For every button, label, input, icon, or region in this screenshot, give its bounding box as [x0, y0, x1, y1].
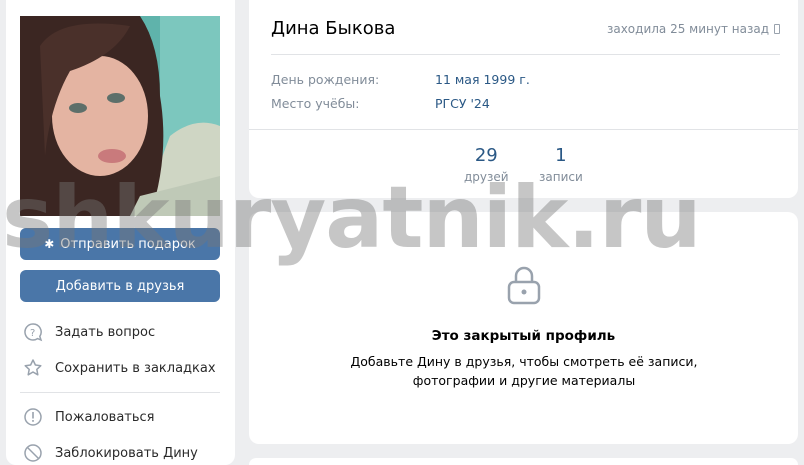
friends-count-label: друзей	[464, 170, 509, 184]
posts-count: 1	[555, 145, 567, 166]
friends-counter[interactable]: 29 друзей	[464, 145, 509, 184]
gift-icon: ✱	[44, 237, 55, 251]
svg-text:?: ?	[30, 328, 35, 339]
star-icon	[22, 357, 44, 379]
warning-circle-icon	[22, 406, 44, 428]
profile-avatar[interactable]	[20, 16, 220, 216]
profile-sidebar: ✱ Отправить подарок Добавить в друзья ? …	[6, 0, 235, 465]
friends-count: 29	[474, 145, 498, 166]
block-item[interactable]: Заблокировать Дину	[22, 441, 198, 465]
header-divider	[271, 54, 780, 55]
birthday-label: День рождения:	[271, 72, 380, 87]
block-label: Заблокировать Дину	[55, 445, 198, 461]
education-label: Место учёбы:	[271, 96, 360, 111]
add-friend-button[interactable]: Добавить в друзья	[20, 270, 220, 302]
send-gift-label: Отправить подарок	[60, 236, 196, 252]
ask-question-label: Задать вопрос	[55, 324, 156, 340]
birthday-value[interactable]: 11 мая 1999 г.	[435, 72, 530, 87]
closed-profile-card: Это закрытый профиль Добавьте Дину в дру…	[249, 212, 798, 444]
bookmark-label: Сохранить в закладках	[55, 360, 216, 376]
next-card-edge	[249, 458, 798, 465]
report-label: Пожаловаться	[55, 409, 155, 425]
block-icon	[22, 442, 44, 464]
report-item[interactable]: Пожаловаться	[22, 405, 155, 429]
closed-profile-description: Добавьте Дину в друзья, чтобы смотреть е…	[344, 352, 704, 390]
question-bubble-icon: ?	[22, 321, 44, 343]
closed-profile-title: Это закрытый профиль	[431, 328, 616, 344]
profile-name: Дина Быкова	[271, 18, 396, 39]
closed-desc-line1: Добавьте Дину в друзья, чтобы смотреть е…	[350, 354, 698, 369]
lock-icon	[507, 265, 541, 309]
mobile-phone-icon	[774, 24, 780, 34]
counters-divider	[249, 129, 798, 130]
menu-divider	[20, 392, 220, 393]
education-value[interactable]: РГСУ '24	[435, 96, 490, 111]
add-friend-label: Добавить в друзья	[55, 278, 185, 294]
posts-count-label: записи	[539, 170, 583, 184]
last-seen-status: заходила 25 минут назад	[607, 22, 780, 36]
bookmark-item[interactable]: Сохранить в закладках	[22, 356, 216, 380]
last-seen-text: заходила 25 минут назад	[606, 22, 769, 36]
ask-question-item[interactable]: ? Задать вопрос	[22, 320, 155, 344]
send-gift-button[interactable]: ✱ Отправить подарок	[20, 228, 220, 260]
profile-info-card: Дина Быкова заходила 25 минут назад День…	[249, 0, 798, 198]
posts-counter[interactable]: 1 записи	[539, 145, 583, 184]
closed-desc-line2: фотографии и другие материалы	[412, 373, 636, 388]
